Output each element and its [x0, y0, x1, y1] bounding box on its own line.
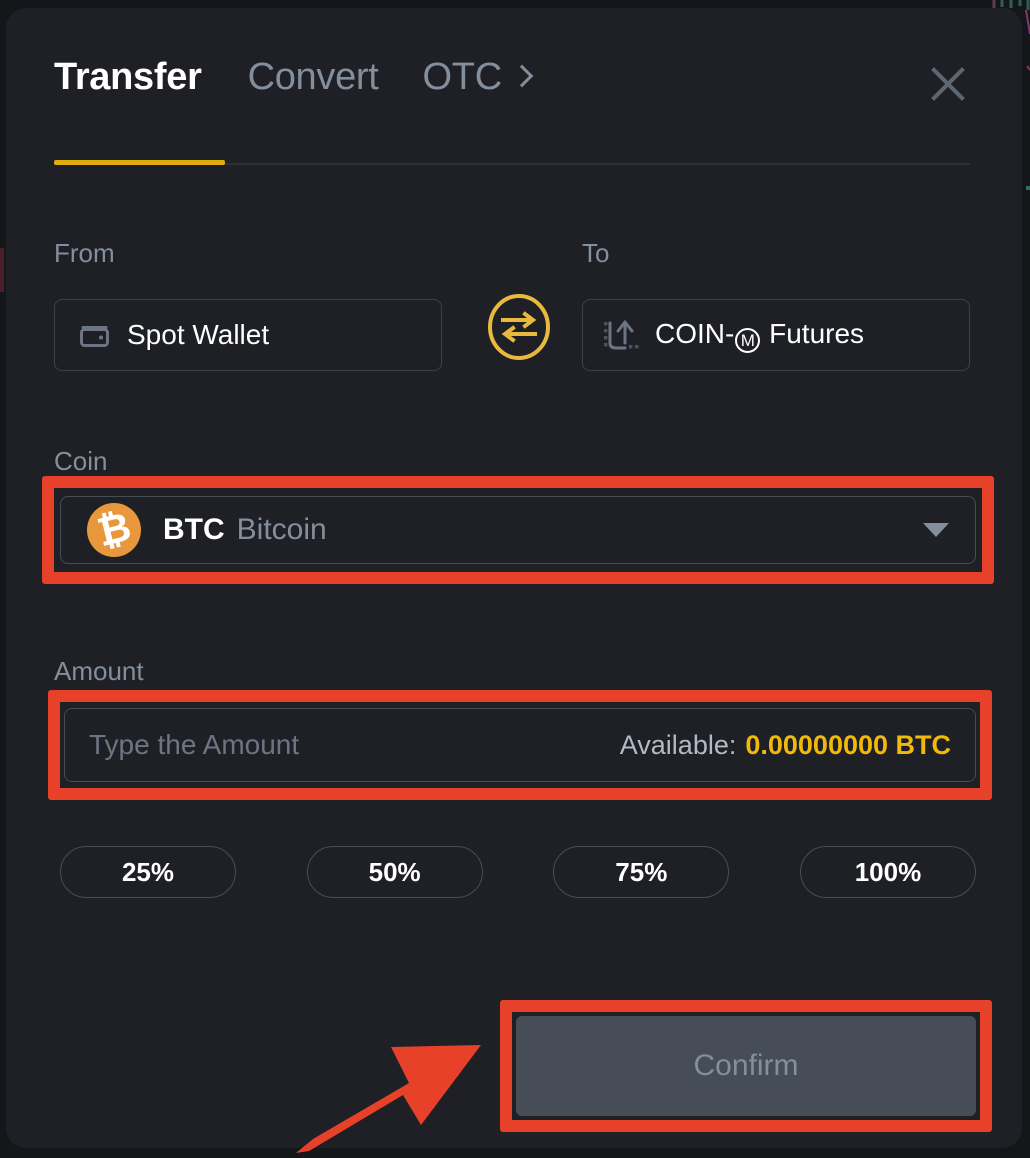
amount-field-row[interactable]: Available: 0.00000000 BTC — [64, 708, 976, 782]
swap-arrows-icon[interactable] — [485, 293, 553, 361]
confirm-button[interactable]: Confirm — [516, 1016, 976, 1116]
percent-button-row: 25% 50% 75% 100% — [60, 846, 976, 898]
transfer-modal: Transfer Convert OTC From Spot Wallet To… — [6, 8, 1022, 1153]
tab-otc-label: OTC — [422, 56, 503, 98]
modal-tabbar: Transfer Convert OTC — [54, 56, 534, 99]
percent-button-75[interactable]: 75% — [553, 846, 730, 898]
available-balance-label: Available: — [619, 729, 737, 760]
coin-full-name: Bitcoin — [236, 513, 327, 546]
to-wallet-value: COIN- M Futures — [655, 318, 864, 353]
wallet-icon — [79, 321, 113, 349]
percent-button-50[interactable]: 50% — [306, 846, 483, 898]
coin-margined-badge-icon: M — [735, 327, 761, 353]
to-wallet-value-suffix: Futures — [761, 317, 865, 349]
bitcoin-logo-icon: ₿ — [87, 503, 141, 557]
background-left-sliver — [0, 248, 4, 292]
coin-symbol: BTC — [163, 513, 225, 546]
futures-trend-icon — [603, 317, 641, 353]
amount-input[interactable] — [89, 709, 620, 781]
chevron-down-icon — [923, 523, 949, 537]
from-wallet-selector[interactable]: Spot Wallet — [54, 299, 442, 371]
from-label: From — [54, 238, 115, 268]
to-wallet-selector[interactable]: COIN- M Futures — [582, 299, 970, 371]
tab-transfer[interactable]: Transfer — [54, 56, 202, 99]
to-wallet-value-prefix: COIN- — [655, 317, 735, 349]
from-wallet-value: Spot Wallet — [127, 319, 270, 350]
amount-label: Amount — [54, 656, 144, 686]
percent-button-100[interactable]: 100% — [799, 846, 976, 898]
close-icon[interactable] — [924, 60, 972, 108]
percent-button-25[interactable]: 25% — [60, 846, 236, 898]
annotation-arrow-to-confirm — [296, 1045, 481, 1153]
coin-label: Coin — [54, 446, 108, 476]
tab-convert[interactable]: Convert — [248, 56, 379, 99]
bitcoin-glyph: ₿ — [92, 503, 136, 557]
tab-otc[interactable]: OTC — [422, 56, 534, 99]
available-balance-value: 0.00000000 BTC — [745, 729, 951, 760]
active-tab-underline — [54, 160, 225, 165]
chevron-right-icon — [510, 64, 534, 87]
coin-selector[interactable]: ₿ BTC Bitcoin — [60, 496, 976, 564]
to-label: To — [582, 238, 610, 268]
